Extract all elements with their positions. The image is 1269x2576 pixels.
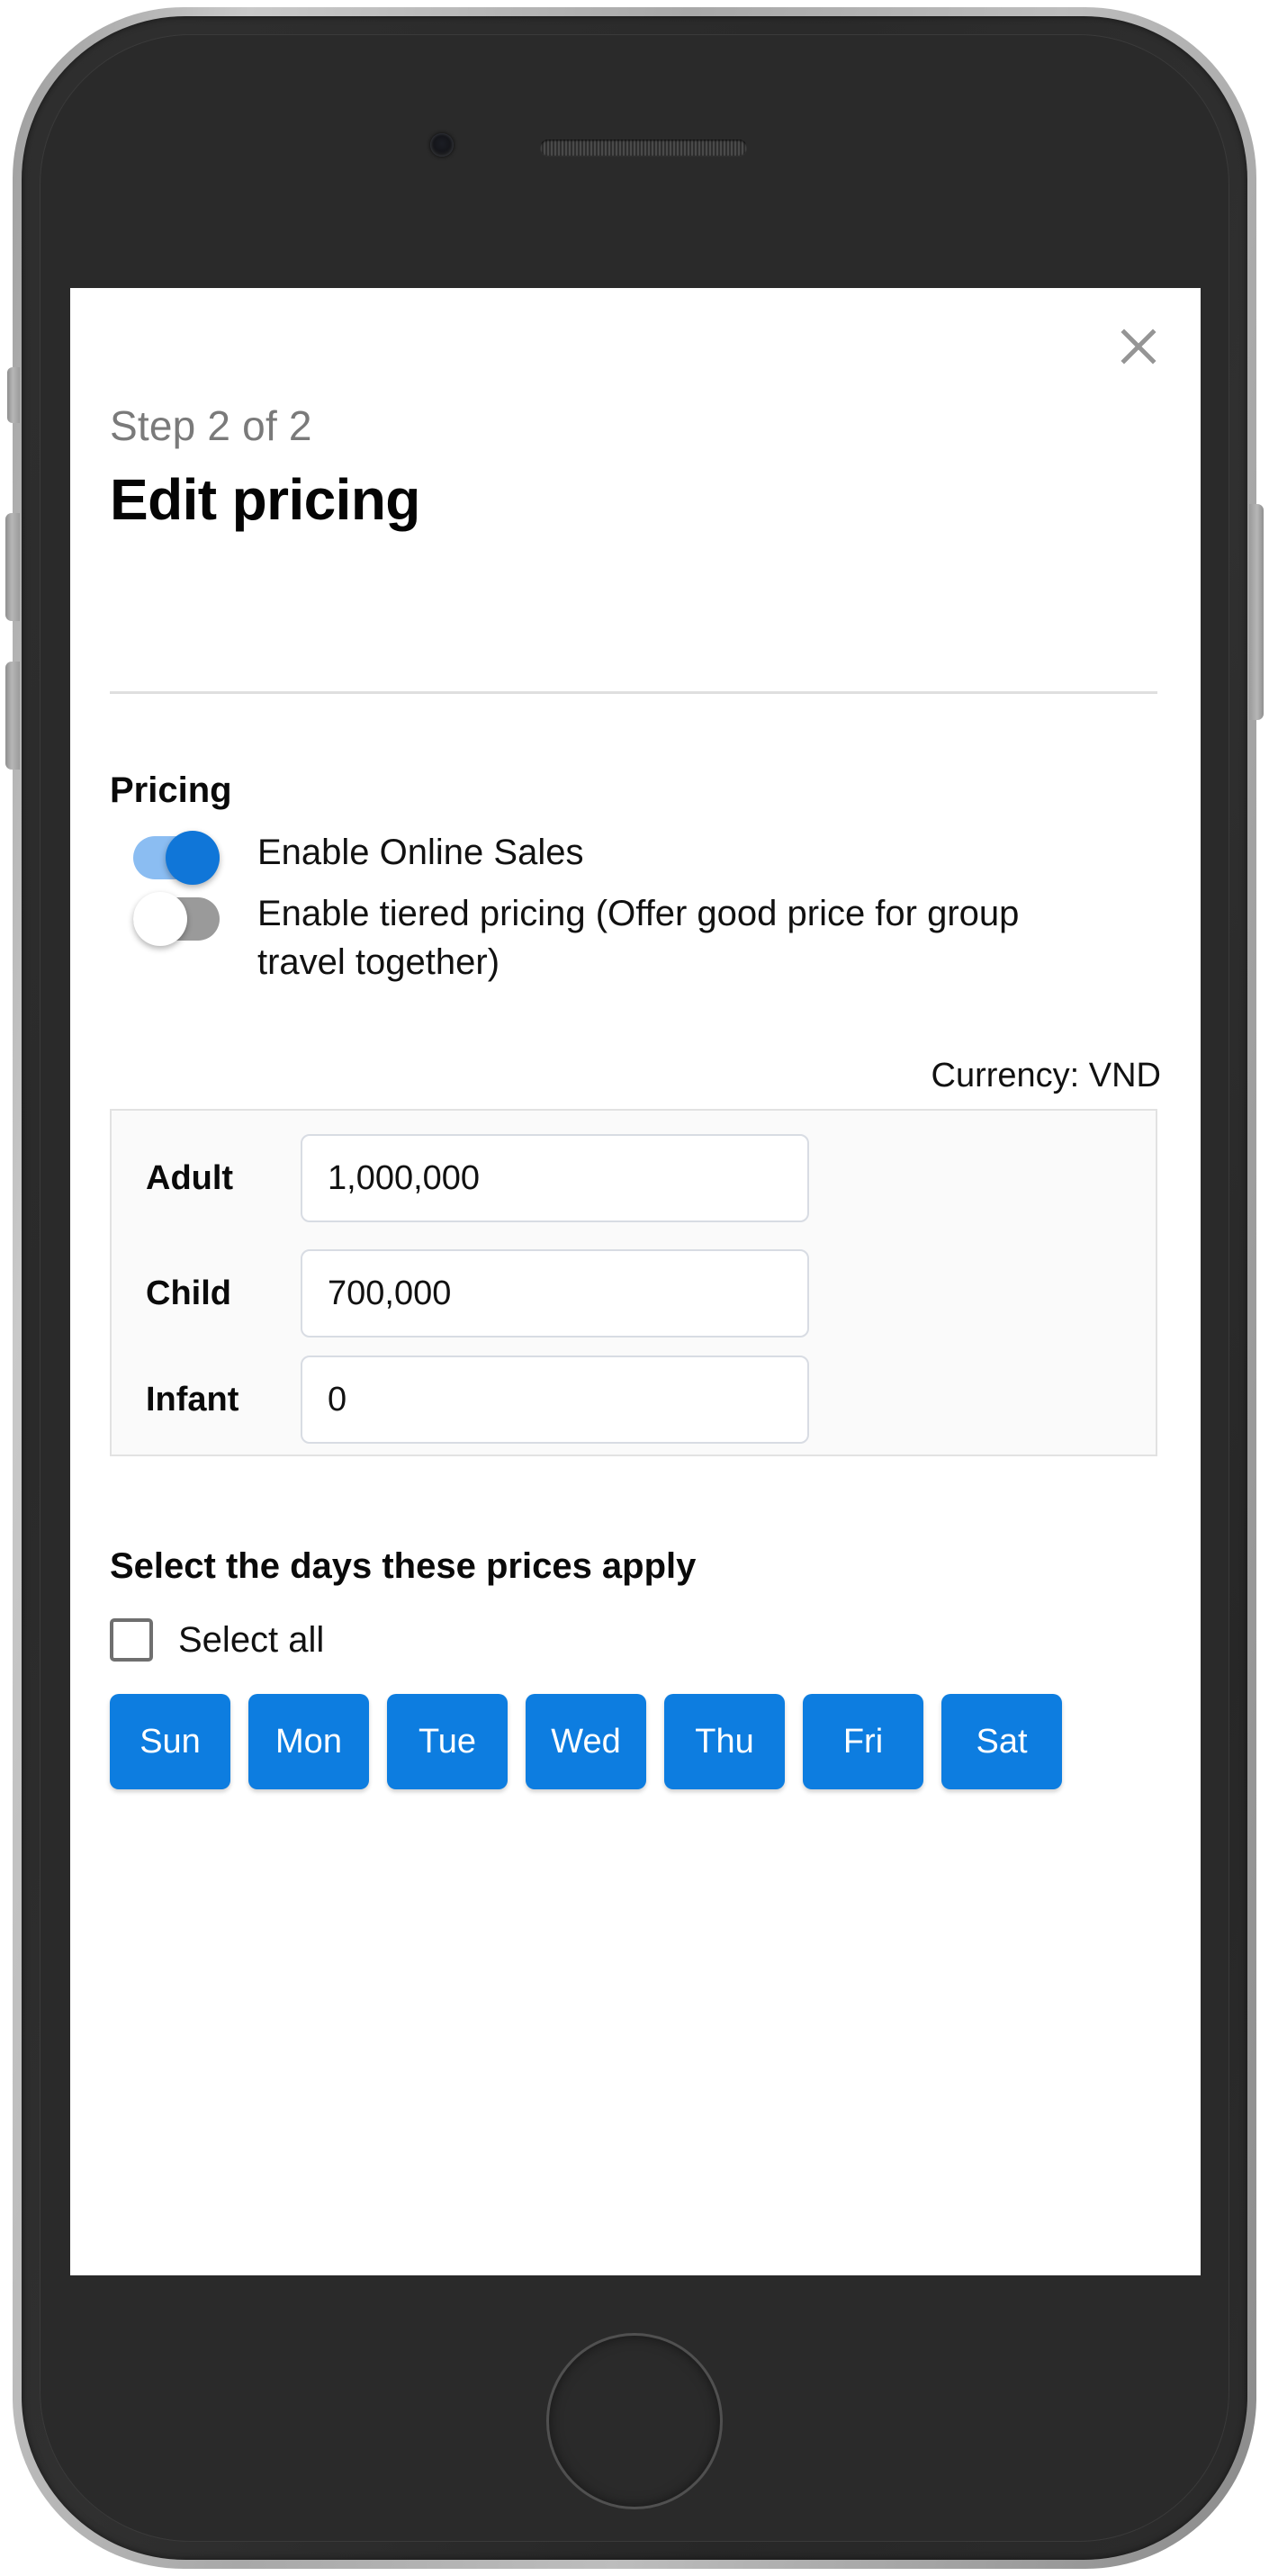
close-dialog-button[interactable]: [1111, 319, 1166, 374]
pricing-section-heading: Pricing: [110, 770, 232, 810]
price-row-infant: Infant 0: [112, 1343, 1156, 1456]
day-chip-tue[interactable]: Tue: [387, 1694, 508, 1789]
day-chip-wed[interactable]: Wed: [526, 1694, 646, 1789]
header-divider: [110, 691, 1157, 694]
day-chip-sun[interactable]: Sun: [110, 1694, 230, 1789]
volume-down-button[interactable]: [5, 662, 20, 770]
price-label-infant: Infant: [146, 1380, 239, 1419]
earpiece-speaker: [540, 140, 747, 156]
volume-up-button[interactable]: [5, 513, 20, 621]
price-input-adult[interactable]: 1,000,000: [301, 1134, 809, 1222]
toggle-label-tiered-pricing: Enable tiered pricing (Offer good price …: [257, 894, 1020, 983]
price-row-adult: Adult 1,000,000: [112, 1121, 1156, 1235]
days-section-heading: Select the days these prices apply: [110, 1546, 697, 1586]
price-label-adult: Adult: [146, 1158, 234, 1197]
home-button[interactable]: [546, 2333, 723, 2509]
select-all-row[interactable]: Select all: [110, 1618, 324, 1662]
toggle-label-online-sales: Enable Online Sales: [257, 833, 584, 872]
toggle-row-tiered-pricing: Enable tiered pricing (Offer good price …: [110, 889, 1067, 987]
power-button[interactable]: [1249, 504, 1264, 720]
day-chip-sat[interactable]: Sat: [941, 1694, 1062, 1789]
day-chip-thu[interactable]: Thu: [664, 1694, 785, 1789]
mute-switch-button[interactable]: [7, 367, 20, 423]
select-all-label: Select all: [178, 1620, 325, 1660]
front-camera-icon: [430, 133, 454, 157]
toggle-enable-online-sales[interactable]: [133, 831, 220, 885]
price-input-infant[interactable]: 0: [301, 1356, 809, 1444]
day-chip-row: Sun Mon Tue Wed Thu Fri Sat: [110, 1694, 1163, 1789]
phone-mockup-stage: Step 2 of 2 Edit pricing Pricing Enable …: [0, 0, 1269, 2576]
price-label-child: Child: [146, 1274, 231, 1312]
toggle-knob: [166, 831, 220, 885]
currency-label: Currency: VND: [931, 1057, 1162, 1094]
page-title: Edit pricing: [110, 467, 420, 532]
close-icon: [1119, 327, 1158, 366]
step-indicator: Step 2 of 2: [110, 402, 312, 449]
toggle-enable-tiered-pricing[interactable]: [133, 892, 220, 946]
price-table-card: Adult 1,000,000 Child 700,000 Infant 0: [110, 1109, 1157, 1456]
toggle-row-online-sales: Enable Online Sales: [110, 828, 584, 885]
toggle-knob: [133, 892, 187, 946]
select-all-checkbox[interactable]: [110, 1618, 153, 1662]
price-row-child: Child 700,000: [112, 1237, 1156, 1350]
day-chip-mon[interactable]: Mon: [248, 1694, 369, 1789]
phone-screen: Step 2 of 2 Edit pricing Pricing Enable …: [70, 288, 1201, 2275]
day-chip-fri[interactable]: Fri: [803, 1694, 923, 1789]
price-input-child[interactable]: 700,000: [301, 1249, 809, 1338]
